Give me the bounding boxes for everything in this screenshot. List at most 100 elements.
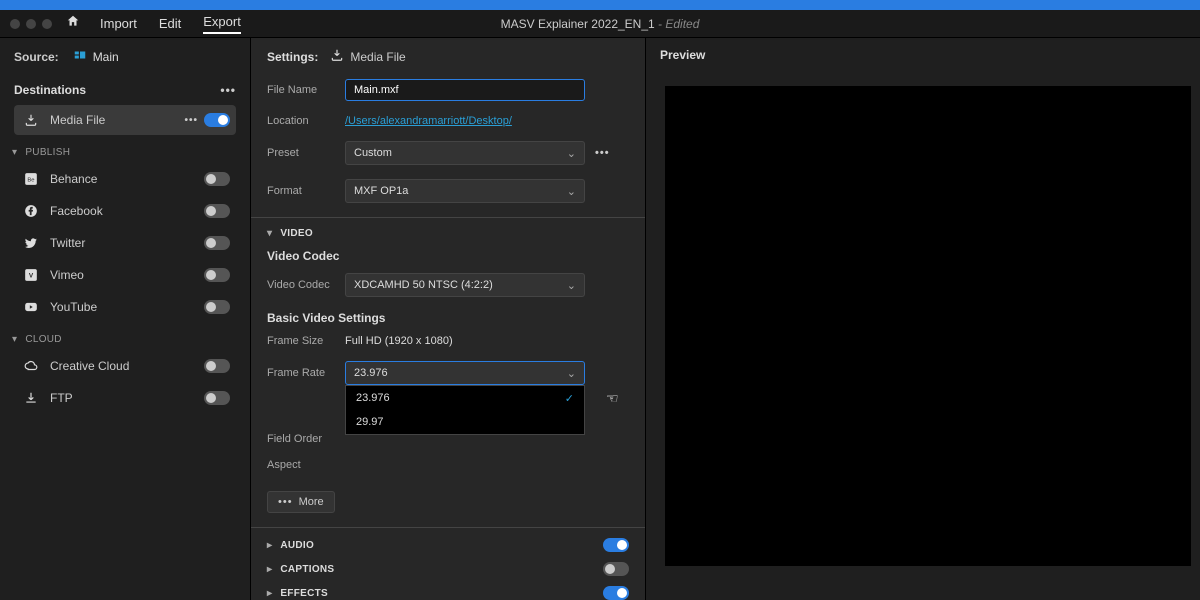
location-label: Location bbox=[267, 115, 345, 127]
publish-label: Vimeo bbox=[50, 268, 204, 282]
aspect-row: Aspect bbox=[267, 459, 629, 471]
maximize-dot[interactable] bbox=[42, 19, 52, 29]
preset-menu-icon[interactable]: ••• bbox=[595, 147, 610, 159]
chevron-down-icon: ▾ bbox=[267, 228, 272, 239]
cloud-label: Creative Cloud bbox=[50, 359, 204, 373]
top-bar: Import Edit Export MASV Explainer 2022_E… bbox=[0, 10, 1200, 38]
twitter-toggle[interactable] bbox=[204, 236, 230, 250]
ftp-toggle[interactable] bbox=[204, 391, 230, 405]
close-dot[interactable] bbox=[10, 19, 20, 29]
format-row: Format MXF OP1a ⌄ bbox=[267, 179, 629, 203]
vimeo-icon: V bbox=[20, 266, 42, 284]
destinations-header: Destinations ••• bbox=[14, 83, 236, 97]
more-label: More bbox=[299, 496, 324, 508]
chevron-down-icon: ▾ bbox=[12, 334, 17, 345]
cloud-creative-cloud[interactable]: Creative Cloud bbox=[14, 351, 236, 381]
file-name-label: File Name bbox=[267, 84, 345, 96]
cloud-section-header[interactable]: ▾ CLOUD bbox=[12, 334, 236, 345]
preset-row: Preset Custom ⌄ ••• bbox=[267, 141, 629, 165]
facebook-icon bbox=[20, 202, 42, 220]
publish-section-header[interactable]: ▾ PUBLISH bbox=[12, 147, 236, 158]
file-name-row: File Name bbox=[267, 79, 629, 101]
frame-rate-value: 23.976 bbox=[354, 367, 388, 379]
publish-label: Behance bbox=[50, 172, 204, 186]
format-select[interactable]: MXF OP1a ⌄ bbox=[345, 179, 585, 203]
effects-section-label: EFFECTS bbox=[280, 588, 328, 599]
publish-vimeo[interactable]: V Vimeo bbox=[14, 260, 236, 290]
destinations-menu-icon[interactable]: ••• bbox=[220, 83, 236, 97]
frame-rate-dropdown: 23.976 ✓ ☜ 29.97 bbox=[345, 385, 585, 435]
separator bbox=[251, 217, 645, 218]
preview-panel: Preview bbox=[646, 38, 1200, 600]
edited-indicator: - Edited bbox=[655, 17, 700, 31]
publish-label: PUBLISH bbox=[25, 147, 70, 158]
sidebar: Source: Main Destinations ••• Media File… bbox=[0, 38, 251, 600]
captions-section-header[interactable]: ▸ CAPTIONS bbox=[267, 562, 629, 576]
facebook-toggle[interactable] bbox=[204, 204, 230, 218]
video-codec-heading: Video Codec bbox=[267, 249, 629, 263]
location-link[interactable]: /Users/alexandramarriott/Desktop/ bbox=[345, 115, 512, 127]
audio-toggle[interactable] bbox=[603, 538, 629, 552]
window-controls[interactable] bbox=[10, 19, 52, 29]
settings-header: Settings: Media File bbox=[267, 48, 629, 65]
chevron-right-icon: ▸ bbox=[267, 564, 272, 575]
publish-label: Facebook bbox=[50, 204, 204, 218]
cloud-ftp[interactable]: FTP bbox=[14, 383, 236, 413]
tab-export[interactable]: Export bbox=[203, 14, 241, 34]
destination-label: Media File bbox=[50, 113, 184, 127]
behance-icon: Be bbox=[20, 170, 42, 188]
behance-toggle[interactable] bbox=[204, 172, 230, 186]
tab-edit[interactable]: Edit bbox=[159, 16, 181, 31]
option-label: 29.97 bbox=[356, 416, 384, 428]
option-label: 23.976 bbox=[356, 392, 390, 404]
tab-import[interactable]: Import bbox=[100, 16, 137, 31]
captions-section-label: CAPTIONS bbox=[280, 564, 334, 575]
home-icon[interactable] bbox=[66, 14, 80, 33]
file-name-input[interactable] bbox=[345, 79, 585, 101]
video-codec-value: XDCAMHD 50 NTSC (4:2:2) bbox=[354, 279, 493, 291]
more-button[interactable]: ••• More bbox=[267, 491, 335, 513]
chevron-down-icon: ⌄ bbox=[567, 185, 576, 198]
video-section-label: VIDEO bbox=[280, 228, 313, 239]
ftp-icon bbox=[20, 389, 42, 407]
frame-rate-option-23976[interactable]: 23.976 ✓ ☜ bbox=[346, 386, 584, 410]
effects-toggle[interactable] bbox=[603, 586, 629, 600]
cloud-label: CLOUD bbox=[25, 334, 62, 345]
destination-media-file[interactable]: Media File ••• bbox=[14, 105, 236, 135]
preset-select[interactable]: Custom ⌄ bbox=[345, 141, 585, 165]
frame-rate-select[interactable]: 23.976 ⌄ bbox=[345, 361, 585, 385]
aspect-label: Aspect bbox=[267, 459, 345, 471]
chevron-right-icon: ▸ bbox=[267, 540, 272, 551]
publish-youtube[interactable]: YouTube bbox=[14, 292, 236, 322]
effects-section-header[interactable]: ▸ EFFECTS bbox=[267, 586, 629, 600]
vimeo-toggle[interactable] bbox=[204, 268, 230, 282]
video-codec-label: Video Codec bbox=[267, 279, 345, 291]
publish-facebook[interactable]: Facebook bbox=[14, 196, 236, 226]
settings-value: Media File bbox=[350, 50, 405, 64]
source-value: Main bbox=[93, 50, 119, 64]
video-codec-select[interactable]: XDCAMHD 50 NTSC (4:2:2) ⌄ bbox=[345, 273, 585, 297]
creative-cloud-toggle[interactable] bbox=[204, 359, 230, 373]
media-file-toggle[interactable] bbox=[204, 113, 230, 127]
source-label: Source: bbox=[14, 50, 59, 64]
cursor-icon: ☜ bbox=[606, 390, 619, 407]
frame-size-row: Frame Size Full HD (1920 x 1080) bbox=[267, 335, 629, 347]
publish-twitter[interactable]: Twitter bbox=[14, 228, 236, 258]
youtube-toggle[interactable] bbox=[204, 300, 230, 314]
captions-toggle[interactable] bbox=[603, 562, 629, 576]
chevron-down-icon: ⌄ bbox=[567, 279, 576, 292]
format-label: Format bbox=[267, 185, 345, 197]
location-row: Location /Users/alexandramarriott/Deskto… bbox=[267, 115, 629, 127]
video-section-header[interactable]: ▾ VIDEO bbox=[267, 228, 629, 239]
check-icon: ✓ bbox=[565, 392, 574, 405]
minimize-dot[interactable] bbox=[26, 19, 36, 29]
download-icon bbox=[330, 48, 344, 65]
frame-size-label: Frame Size bbox=[267, 335, 345, 347]
frame-rate-row: Frame Rate 23.976 ⌄ 23.976 ✓ ☜ 29.97 bbox=[267, 361, 629, 385]
download-icon bbox=[20, 111, 42, 129]
destination-menu-icon[interactable]: ••• bbox=[184, 115, 198, 126]
publish-behance[interactable]: Be Behance bbox=[14, 164, 236, 194]
youtube-icon bbox=[20, 298, 42, 316]
frame-rate-option-2997[interactable]: 29.97 bbox=[346, 410, 584, 434]
audio-section-header[interactable]: ▸ AUDIO bbox=[267, 538, 629, 552]
